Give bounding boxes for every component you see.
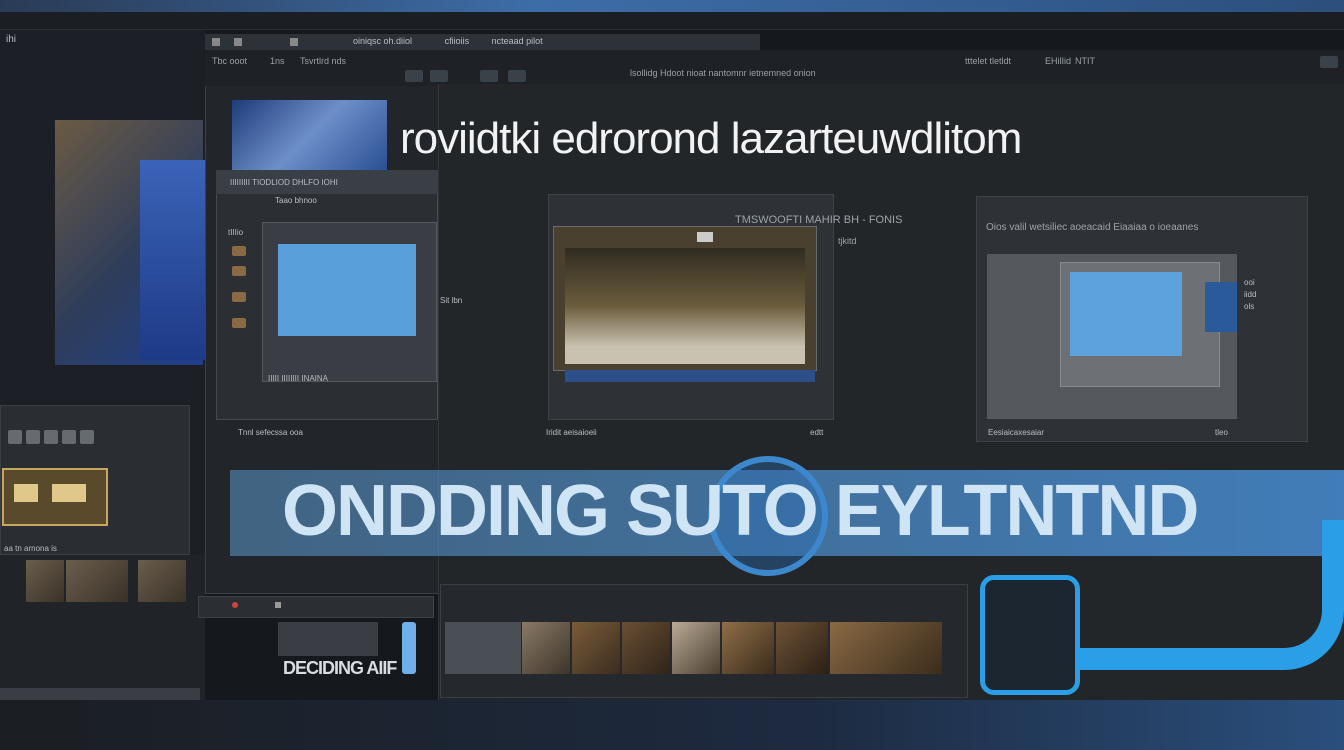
center-card-subcaption: tjkitd: [838, 236, 857, 246]
window-maximize-icon[interactable]: [290, 38, 298, 46]
bottom-background-strip: [0, 700, 1344, 750]
inspector-side-label: tIIIio: [228, 228, 244, 237]
deck-button-3[interactable]: [44, 430, 58, 444]
media-tile[interactable]: [66, 560, 128, 602]
menu-status-text: lsollidg Hdoot nioat nantomnr ietnemned …: [630, 68, 816, 78]
sidebar-top-label: ihi: [6, 34, 17, 45]
toolbar-button-4[interactable]: [508, 70, 526, 82]
left-media-thumbnail-sky[interactable]: [140, 160, 205, 360]
toolbar-button-2[interactable]: [430, 70, 448, 82]
right-card-caption: Oios valil wetsiliec aoeacaid Eiaaiaa o …: [986, 222, 1199, 233]
window-close-right-icon[interactable]: [1320, 56, 1338, 68]
stop-icon[interactable]: [275, 602, 281, 608]
window-close-icon[interactable]: [212, 38, 220, 46]
right-card-footer: Eesiaicaxesaiar: [988, 428, 1045, 437]
clip-inspector-header: IIIIIIIII TIODLIOD DHLFO IOHI: [216, 170, 438, 194]
right-card-side-label: ooi: [1244, 278, 1255, 287]
window-titlebar: oiniqsc oh.diiol cfiioiis ncteaad pilot: [205, 34, 760, 50]
right-card-side-panel: [1205, 282, 1237, 332]
brand-text: DECIDING AIIF: [283, 658, 397, 678]
record-icon[interactable]: [232, 602, 238, 608]
filmstrip-frame[interactable]: [445, 622, 521, 674]
center-card-footer: Iridit aeisaioeii: [546, 428, 597, 437]
deck-button-4[interactable]: [62, 430, 76, 444]
center-card-caption: TMSWOOFTI MAHIR BH - FONIS: [735, 214, 903, 226]
deck-button-5[interactable]: [80, 430, 94, 444]
menu-item-file[interactable]: Tbc ooot: [212, 56, 247, 66]
media-tile[interactable]: [26, 560, 64, 602]
video-scrub-bar[interactable]: [565, 370, 815, 382]
filmstrip-frame[interactable]: [622, 622, 670, 674]
window-subtitle: cfiioiis: [444, 36, 470, 46]
inspector-header-text: IIIIIIIII TIODLIOD DHLFO IOHI: [230, 178, 338, 187]
filmstrip-frame[interactable]: [722, 622, 774, 674]
timeline-scroll-handle[interactable]: [402, 622, 416, 674]
filmstrip-frame[interactable]: [776, 622, 828, 674]
inspector-preview-screen[interactable]: [278, 244, 416, 336]
menu-item-view[interactable]: Tsvrtlrd nds: [300, 56, 346, 66]
page-title: roviidtki edrorond lazarteuwdlitom: [400, 114, 1022, 163]
sky-clip-thumbnail[interactable]: [232, 100, 387, 170]
inspector-screen-label: Sit lbn: [440, 296, 463, 305]
headset-icon: [980, 575, 1080, 695]
window-title: oiniqsc oh.diiol: [353, 36, 413, 46]
clip-tag-icon[interactable]: [232, 292, 246, 302]
deck-label: aa tn arnona is: [4, 544, 57, 553]
right-card-side-label: iidd: [1244, 290, 1257, 299]
media-tile[interactable]: [138, 560, 186, 602]
menu-item-right-3[interactable]: NTIT: [1075, 56, 1095, 66]
right-card-footer-right: tleo: [1215, 428, 1228, 437]
toolbar-button-1[interactable]: [405, 70, 423, 82]
os-top-bar: [0, 0, 1344, 12]
toolbar-button-3[interactable]: [480, 70, 498, 82]
filmstrip-frame[interactable]: [830, 622, 942, 674]
clip-tag-icon[interactable]: [232, 318, 246, 328]
video-preview-image[interactable]: [565, 248, 805, 364]
os-tab-strip: [0, 12, 1344, 30]
center-card-footer-right: edtt: [810, 428, 824, 437]
menu-item-right-1[interactable]: tttelet tletldt: [965, 56, 1011, 66]
deck-button-1[interactable]: [8, 430, 22, 444]
clip-tag-icon[interactable]: [232, 266, 246, 276]
right-card-screen[interactable]: [1070, 272, 1182, 356]
filmstrip-frame[interactable]: [522, 622, 570, 674]
deck-reel-right: [52, 484, 86, 502]
window-project-name: ncteaad pilot: [491, 36, 543, 46]
inspector-subheader: Taao bhnoo: [275, 196, 317, 205]
inspector-bottom-label: Tnnl sefecssa ooa: [238, 428, 303, 437]
deck-button-2[interactable]: [26, 430, 40, 444]
window-minimize-icon[interactable]: [234, 38, 242, 46]
inspector-footer: IIIII IIIIIIII INAINA: [268, 374, 329, 383]
brand-thumbnail[interactable]: [278, 622, 378, 656]
video-control-icon[interactable]: [697, 232, 713, 242]
filmstrip-frame[interactable]: [572, 622, 620, 674]
right-card-side-label: ols: [1244, 302, 1255, 311]
clip-tag-icon[interactable]: [232, 246, 246, 256]
menu-item-edit[interactable]: 1ns: [270, 56, 285, 66]
filmstrip-frame[interactable]: [672, 622, 720, 674]
menu-item-right-2[interactable]: EHilIid: [1045, 56, 1071, 66]
deck-reel-left: [14, 484, 38, 502]
